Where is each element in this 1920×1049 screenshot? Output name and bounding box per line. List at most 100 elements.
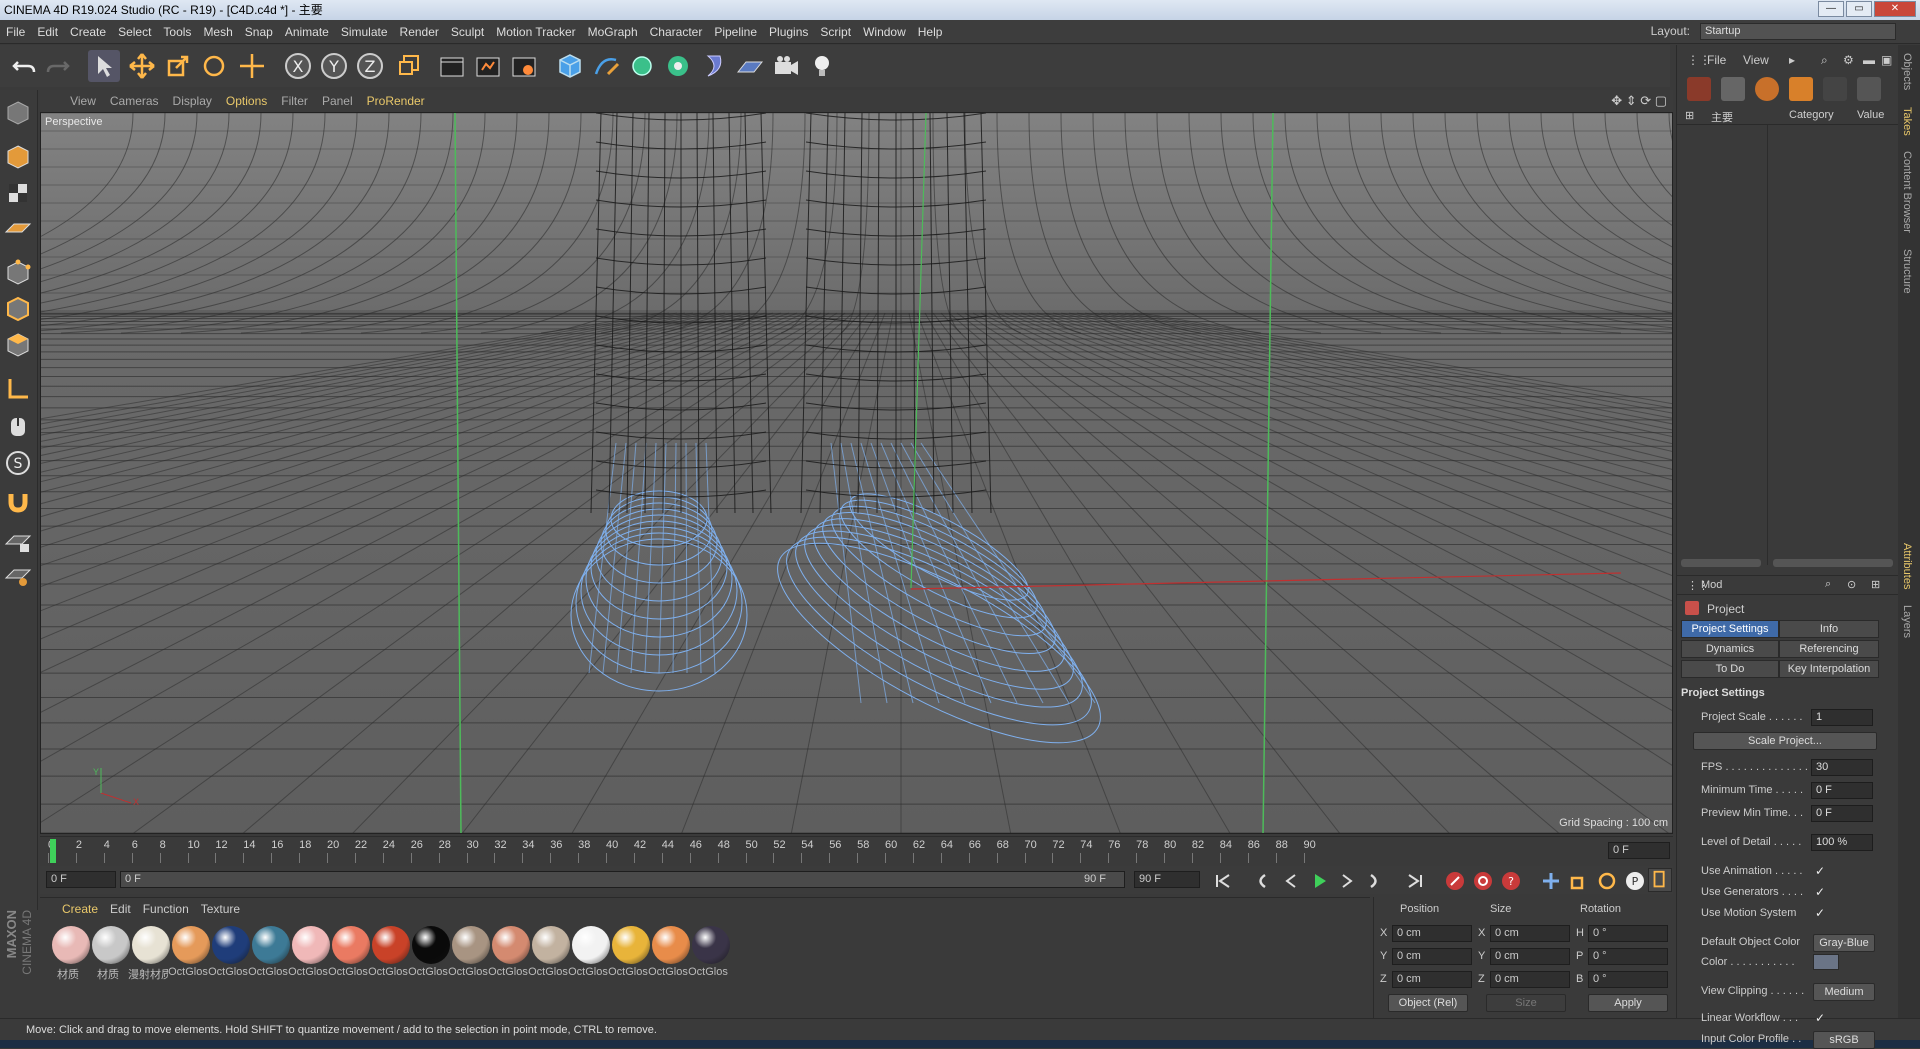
material-menu-function[interactable]: Function [137,898,195,920]
side-tab-takes[interactable]: Takes [1901,107,1913,136]
render-settings-icon[interactable] [508,50,540,82]
attributes-search-icon[interactable]: ⌕ [1825,578,1831,591]
axis-mode-icon[interactable] [3,374,33,404]
tab-key-interpolation[interactable]: Key Interpolation [1779,660,1879,678]
use-animation-checkbox[interactable]: ✓ [1813,864,1827,878]
prev-key-icon[interactable] [1250,870,1272,892]
magnet-icon[interactable] [3,486,33,516]
material-menu-create[interactable]: Create [56,898,104,920]
live-selection-icon[interactable] [236,50,268,82]
floor-icon[interactable] [734,50,766,82]
next-frame-icon[interactable] [1336,870,1358,892]
size-x-field[interactable]: 0 cm [1490,925,1570,942]
objects-menu-view[interactable]: View [1743,53,1769,67]
take-auto-icon[interactable] [1789,77,1813,101]
rot-p-field[interactable]: 0 ° [1588,948,1668,965]
menu-edit[interactable]: Edit [31,20,64,44]
menu-mograph[interactable]: MoGraph [582,20,644,44]
redo-icon[interactable] [42,50,74,82]
take-override-icon[interactable] [1755,77,1779,101]
prev-frame-icon[interactable] [1280,870,1302,892]
rot-b-field[interactable]: 0 ° [1588,971,1668,988]
menu-file[interactable]: File [0,20,31,44]
viewport-nav-icons[interactable]: ✥ ⇕ ⟳ ▢ [1611,93,1667,109]
menu-simulate[interactable]: Simulate [335,20,394,44]
take-expand-icon[interactable]: ⊞ [1685,109,1694,122]
objects-options-icon[interactable]: ⚙ [1843,53,1854,67]
take-clone-icon[interactable] [1721,77,1745,101]
workplane-lock-icon[interactable] [3,526,33,556]
menu-help[interactable]: Help [912,20,949,44]
model-mode-icon[interactable] [3,142,33,172]
rot-h-field[interactable]: 0 ° [1588,925,1668,942]
record-active-icon[interactable] [1444,870,1466,892]
close-button[interactable]: ✕ [1874,1,1916,17]
go-to-end-icon[interactable] [1404,870,1426,892]
undo-icon[interactable] [8,50,40,82]
linear-workflow-checkbox[interactable]: ✓ [1813,1011,1827,1025]
side-tab-content-browser[interactable]: Content Browser [1901,151,1913,233]
side-tab-layers[interactable]: Layers [1901,605,1913,638]
menu-tools[interactable]: Tools [157,20,197,44]
use-motion-system-checkbox[interactable]: ✓ [1813,906,1827,920]
playhead[interactable] [50,839,56,863]
menu-sculpt[interactable]: Sculpt [445,20,490,44]
menu-render[interactable]: Render [394,20,445,44]
menu-motion-tracker[interactable]: Motion Tracker [490,20,581,44]
start-frame-field[interactable]: 0 F [46,871,116,888]
position-key-icon[interactable] [1540,870,1562,892]
tab-dynamics[interactable]: Dynamics [1681,640,1779,658]
end-frame-field[interactable]: 90 F [1134,871,1200,888]
menu-create[interactable]: Create [64,20,112,44]
rotation-key-icon[interactable] [1596,870,1618,892]
play-icon[interactable] [1308,870,1330,892]
takes-hscroll-2[interactable] [1773,559,1893,567]
view-clipping-select[interactable]: Medium [1813,983,1875,1001]
takes-hscroll[interactable] [1681,559,1761,567]
tab-to-do[interactable]: To Do [1681,660,1779,678]
menu-window[interactable]: Window [857,20,912,44]
attributes-mode-menu[interactable]: Mod [1701,579,1722,591]
make-editable-icon[interactable] [3,98,33,128]
menu-animate[interactable]: Animate [279,20,335,44]
fps-field[interactable]: 30 [1811,759,1873,776]
menu-character[interactable]: Character [644,20,709,44]
attributes-new-icon[interactable]: ⊞ [1871,578,1880,591]
take-root[interactable]: 主要 [1711,109,1733,125]
tweak-icon[interactable] [3,410,33,440]
render-picture-viewer-icon[interactable] [472,50,504,82]
pos-z-field[interactable]: 0 cm [1392,971,1472,988]
objects-window-icon[interactable]: ▣ [1881,53,1892,67]
points-mode-icon[interactable] [3,258,33,288]
timeline-view-icon[interactable] [1648,868,1672,892]
input-color-profile-select[interactable]: sRGB [1813,1031,1875,1049]
minimize-button[interactable]: — [1818,1,1844,17]
menu-snap[interactable]: Snap [239,20,279,44]
keyframe-selection-icon[interactable]: ? [1500,870,1522,892]
scale-project-button[interactable]: Scale Project... [1693,732,1877,750]
color-swatch[interactable] [1813,954,1839,970]
scale-key-icon[interactable] [1568,870,1590,892]
camera-icon[interactable] [770,50,802,82]
viewport-menu-filter[interactable]: Filter [274,90,315,112]
workplane-icon[interactable] [3,214,33,244]
menu-mesh[interactable]: Mesh [197,20,238,44]
use-generators-checkbox[interactable]: ✓ [1813,885,1827,899]
menu-plugins[interactable]: Plugins [763,20,814,44]
viewport-menu-prorender[interactable]: ProRender [360,90,432,112]
current-frame-field[interactable]: 0 F [1608,842,1670,859]
subdivision-icon[interactable] [626,50,658,82]
default-object-color-select[interactable]: Gray-Blue [1813,934,1875,952]
select-arrow-icon[interactable] [88,50,120,82]
tab-info[interactable]: Info [1779,620,1879,638]
x-axis-icon[interactable]: X [282,50,314,82]
viewport-menu-cameras[interactable]: Cameras [103,90,166,112]
objects-layout-icon[interactable]: ▬ [1863,53,1875,67]
size-mode-select[interactable]: Size [1486,994,1566,1012]
parameter-key-icon[interactable]: P [1624,870,1646,892]
y-axis-icon[interactable]: Y [318,50,350,82]
attributes-lock-icon[interactable]: ⊙ [1847,578,1856,591]
viewport-menu-display[interactable]: Display [166,90,219,112]
size-z-field[interactable]: 0 cm [1490,971,1570,988]
timeline-ruler[interactable]: 0246810121416182022242628303234363840424… [40,836,1673,864]
